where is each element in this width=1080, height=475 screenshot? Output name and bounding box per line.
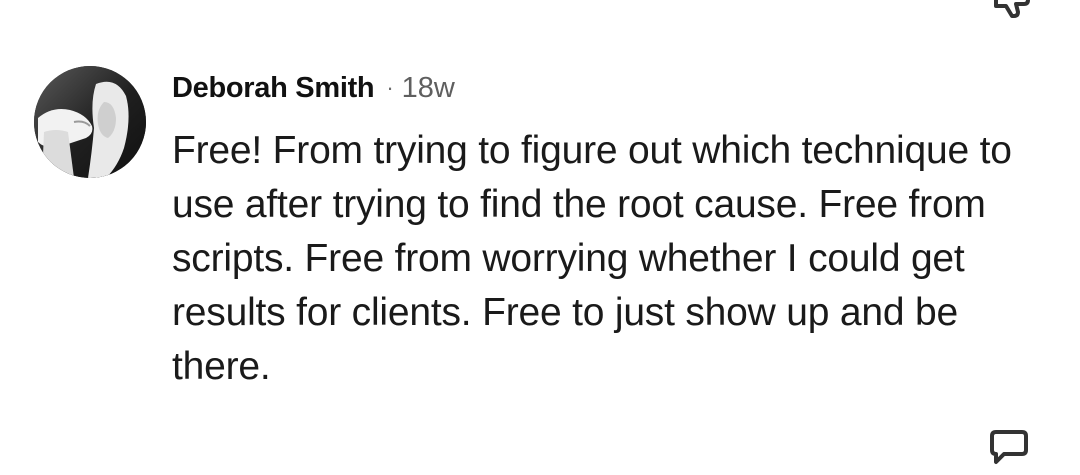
- comment-age: 18w: [401, 72, 455, 104]
- avatar[interactable]: [34, 66, 146, 178]
- comment-meta: Deborah Smith · 18w: [172, 66, 1052, 110]
- reply-bubble-icon[interactable]: [986, 430, 1032, 470]
- comment-text: Free! From trying to figure out which te…: [172, 129, 1012, 388]
- meta-separator: ·: [386, 75, 394, 100]
- thumbs-down-icon[interactable]: [990, 0, 1036, 22]
- author-name[interactable]: Deborah Smith: [172, 66, 375, 110]
- comment-body: Deborah Smith · 18w Free! From trying to…: [172, 66, 1052, 394]
